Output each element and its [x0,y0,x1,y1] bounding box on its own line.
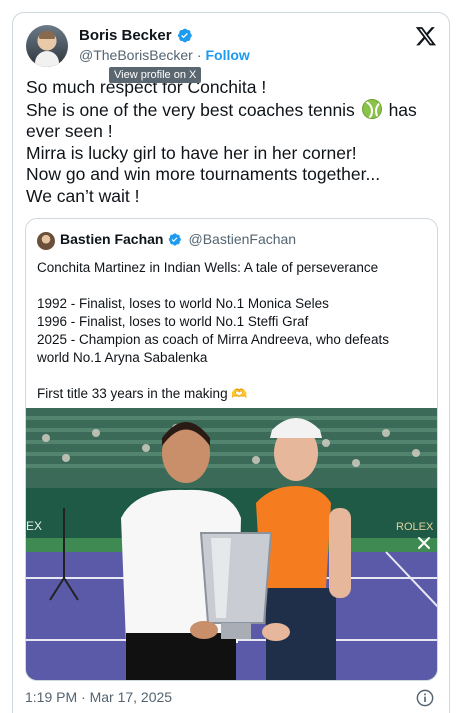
tweet-line: She is one of the very best coaches tenn… [26,98,436,122]
profile-tooltip: View profile on X [109,67,202,83]
x-logo-icon[interactable] [415,25,437,47]
quote-line [37,277,429,295]
quote-text: Conchita Martinez in Indian Wells: A tal… [37,259,429,403]
quote-author-name: Bastien Fachan [60,231,164,247]
tweet-line: We can’t wait ! [26,185,140,206]
quote-line: First title 33 years in the making 🫶 [37,385,429,403]
quote-line: 1992 - Finalist, loses to world No.1 Mon… [37,296,329,311]
quote-line: 2025 - Champion as coach of Mirra Andree… [37,332,389,347]
close-icon[interactable] [417,536,431,550]
quote-line: world No.1 Aryna Sabalenka [37,350,208,365]
quote-author-row: Bastien Fachan @BastienFachan [60,231,296,247]
tweet-card[interactable]: Boris Becker @TheBorisBecker · Follow Vi… [12,12,450,713]
tweet-line-text: has [388,99,417,120]
tweet-line-text: She is one of the very best coaches tenn… [26,99,355,120]
quote-line [37,367,429,385]
author-avatar[interactable] [26,25,68,67]
tweet-timestamp[interactable]: 1:19 PM · Mar 17, 2025 [25,689,172,705]
tweet-line: Now go and win more tournaments together… [26,164,381,184]
heart-hands-icon: 🫶 [231,386,248,401]
quoted-tweet[interactable]: Bastien Fachan @BastienFachan Conchita M… [25,218,438,681]
author-handle-row: @TheBorisBecker · Follow [79,47,250,63]
quote-photo[interactable]: EX ROLEX [26,408,437,680]
quote-author-handle: @BastienFachan [188,231,297,247]
author-name-row[interactable]: Boris Becker [79,27,193,44]
verified-badge-icon [177,28,192,43]
verified-badge-icon [169,232,182,246]
trophy-photo-illustration: EX ROLEX [26,408,437,680]
tennis-ball-icon [361,98,382,119]
quote-line: 1996 - Finalist, loses to world No.1 Ste… [37,314,309,329]
follow-button[interactable]: Follow [205,47,249,63]
quote-line: Conchita Martinez in Indian Wells: A tal… [37,260,379,275]
author-name[interactable]: Boris Becker [79,27,172,44]
author-handle[interactable]: @TheBorisBecker [79,47,193,63]
banner-left-text: EX [26,519,42,533]
tweet-text: So much respect for Conchita ! She is on… [26,77,436,207]
quote-line-text: First title 33 years in the making [37,386,228,401]
quote-author-avatar [37,232,55,250]
info-icon[interactable] [416,689,434,707]
tweet-line: Mirra is lucky girl to have her in her c… [26,142,357,163]
tweet-line: So much respect for Conchita ! [26,77,267,97]
banner-right-text: ROLEX [396,521,434,533]
separator-dot: · [196,47,202,63]
tweet-line: ever seen ! [26,121,113,141]
